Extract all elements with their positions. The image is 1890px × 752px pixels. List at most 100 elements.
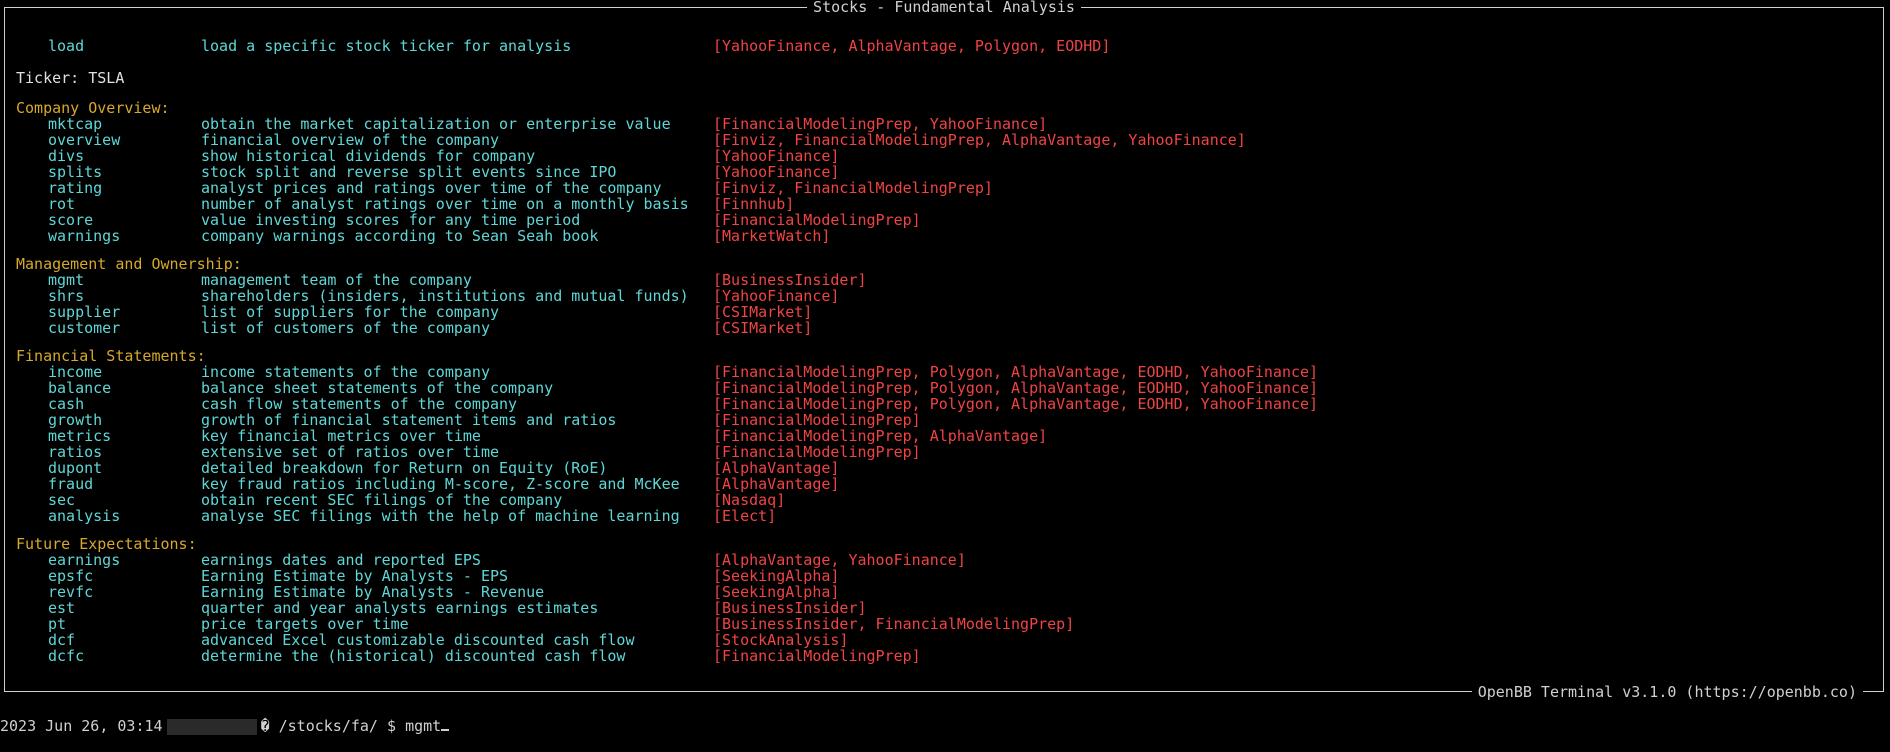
- command-sources: [AlphaVantage, YahooFinance]: [713, 551, 966, 569]
- command-description: analyst prices and ratings over time of …: [201, 179, 662, 197]
- command-description: detailed breakdown for Return on Equity …: [201, 459, 608, 477]
- menu-row-sec[interactable]: sec obtain recent SEC filings of the comp…: [16, 492, 1883, 508]
- command-sources: [FinancialModelingPrep, AlphaVantage]: [713, 427, 1048, 445]
- command-name[interactable]: sec: [48, 492, 75, 508]
- menu-row-mgmt[interactable]: mgmt management team of the company [Busin…: [16, 272, 1883, 288]
- command-name[interactable]: income: [48, 364, 102, 380]
- menu-row-customer[interactable]: customer list of customers of the company…: [16, 320, 1883, 336]
- command-name[interactable]: growth: [48, 412, 102, 428]
- command-name[interactable]: warnings: [48, 228, 120, 244]
- command-name[interactable]: rating: [48, 180, 102, 196]
- menu-row-rating[interactable]: rating analyst prices and ratings over ti…: [16, 180, 1883, 196]
- menu-row-dcfc[interactable]: dcfc determine the (historical) discounte…: [16, 648, 1883, 664]
- command-sources: [FinancialModelingPrep]: [713, 443, 921, 461]
- command-sources: [Finnhub]: [713, 195, 795, 213]
- menu-row-dcf[interactable]: dcf advanced Excel customizable discounte…: [16, 632, 1883, 648]
- command-sources: [FinancialModelingPrep, YahooFinance]: [713, 115, 1048, 133]
- menu-row-shrs[interactable]: shrs shareholders (insiders, institutions…: [16, 288, 1883, 304]
- menu-row-pt[interactable]: pt price targets over time [BusinessInside…: [16, 616, 1883, 632]
- command-sources: [FinancialModelingPrep, Polygon, AlphaVa…: [713, 395, 1319, 413]
- command-name[interactable]: cash: [48, 396, 84, 412]
- command-sources: [Nasdaq]: [713, 491, 786, 509]
- prompt-input[interactable]: mgmt: [405, 717, 441, 735]
- command-name[interactable]: dcfc: [48, 648, 84, 664]
- command-name[interactable]: overview: [48, 132, 120, 148]
- window-title: Stocks - Fundamental Analysis: [807, 0, 1081, 16]
- menu-row-ratios[interactable]: ratios extensive set of ratios over time […: [16, 444, 1883, 460]
- menu-row-dupont[interactable]: dupont detailed breakdown for Return on E…: [16, 460, 1883, 476]
- menu-row-est[interactable]: est quarter and year analysts earnings es…: [16, 600, 1883, 616]
- command-name[interactable]: epsfc: [48, 568, 93, 584]
- command-name[interactable]: ratios: [48, 444, 102, 460]
- command-name[interactable]: shrs: [48, 288, 84, 304]
- command-description: earnings dates and reported EPS: [201, 551, 481, 569]
- menu-row-metrics[interactable]: metrics key financial metrics over time [F…: [16, 428, 1883, 444]
- menu-row-warnings[interactable]: warnings company warnings according to Se…: [16, 228, 1883, 244]
- command-sources: [FinancialModelingPrep]: [713, 211, 921, 229]
- menu-row-income[interactable]: income income statements of the company [F…: [16, 364, 1883, 380]
- menu-row-overview[interactable]: overview financial overview of the compan…: [16, 132, 1883, 148]
- menu-row-balance[interactable]: balance balance sheet statements of the c…: [16, 380, 1883, 396]
- command-description: Earning Estimate by Analysts - EPS: [201, 567, 509, 585]
- section-title: Company Overview:: [16, 99, 170, 117]
- command-name[interactable]: mgmt: [48, 272, 84, 288]
- command-name[interactable]: earnings: [48, 552, 120, 568]
- command-description: list of suppliers for the company: [201, 303, 500, 321]
- command-name[interactable]: supplier: [48, 304, 120, 320]
- command-description: growth of financial statement items and …: [201, 411, 617, 429]
- redacted-block: [166, 718, 257, 735]
- command-name[interactable]: rot: [48, 196, 75, 212]
- command-sources: [Finviz, FinancialModelingPrep]: [713, 179, 993, 197]
- command-sources: [CSIMarket]: [713, 303, 813, 321]
- command-name[interactable]: dupont: [48, 460, 102, 476]
- prompt-timestamp: 2023 Jun 26, 03:14: [0, 717, 163, 735]
- command-name[interactable]: metrics: [48, 428, 111, 444]
- version-footer: OpenBB Terminal v3.1.0 (https://openbb.c…: [1471, 683, 1863, 701]
- menu-row-cash[interactable]: cash cash flow statements of the company […: [16, 396, 1883, 412]
- cursor: [441, 729, 450, 731]
- menu-row-fraud[interactable]: fraud key fraud ratios including M-score,…: [16, 476, 1883, 492]
- command-name[interactable]: pt: [48, 616, 66, 632]
- command-description: show historical dividends for company: [201, 147, 536, 165]
- command-sources: [MarketWatch]: [713, 227, 831, 245]
- command-sources: [BusinessInsider]: [713, 271, 867, 289]
- command-name[interactable]: splits: [48, 164, 102, 180]
- command-sources: [SeekingAlpha]: [713, 583, 840, 601]
- command-description: company warnings according to Sean Seah …: [201, 227, 599, 245]
- menu-row-supplier[interactable]: supplier list of suppliers for the compan…: [16, 304, 1883, 320]
- command-description: income statements of the company: [201, 363, 490, 381]
- command-name[interactable]: revfc: [48, 584, 93, 600]
- menu-row-splits[interactable]: splits stock split and reverse split even…: [16, 164, 1883, 180]
- command-name[interactable]: analysis: [48, 508, 120, 524]
- menu-row-divs[interactable]: divs show historical dividends for compan…: [16, 148, 1883, 164]
- menu-row-growth[interactable]: growth growth of financial statement item…: [16, 412, 1883, 428]
- command-sources: [FinancialModelingPrep, Polygon, AlphaVa…: [713, 363, 1319, 381]
- terminal-frame: Stocks - Fundamental Analysis load load …: [4, 0, 1884, 701]
- menu-row-earnings[interactable]: earnings earnings dates and reported EPS […: [16, 552, 1883, 568]
- menu-row-epsfc[interactable]: epsfc Earning Estimate by Analysts - EPS […: [16, 568, 1883, 584]
- command-description: analyse SEC filings with the help of mac…: [201, 507, 680, 525]
- command-sources: [YahooFinance]: [713, 147, 840, 165]
- command-description: key fraud ratios including M-score, Z-sc…: [201, 475, 680, 493]
- menu-row-load[interactable]: load load a specific stock ticker for an…: [16, 36, 1883, 56]
- command-name[interactable]: balance: [48, 380, 111, 396]
- command-name[interactable]: customer: [48, 320, 120, 336]
- menu-row-rot[interactable]: rot number of analyst ratings over time o…: [16, 196, 1883, 212]
- command-description: balance sheet statements of the company: [201, 379, 554, 397]
- command-name[interactable]: divs: [48, 148, 84, 164]
- command-sources: [YahooFinance]: [713, 163, 840, 181]
- menu-row-analysis[interactable]: analysis analyse SEC filings with the hel…: [16, 508, 1883, 524]
- command-name[interactable]: score: [48, 212, 93, 228]
- command-name[interactable]: fraud: [48, 476, 93, 492]
- menu-row-revfc[interactable]: revfc Earning Estimate by Analysts - Reve…: [16, 584, 1883, 600]
- command-sources: [Elect]: [713, 507, 777, 525]
- command-name[interactable]: dcf: [48, 632, 75, 648]
- command-prompt[interactable]: 2023 Jun 26, 03:14 � /stocks/fa/ $ mgmt: [0, 716, 450, 736]
- command-name[interactable]: load: [48, 36, 84, 56]
- menu-row-mktcap[interactable]: mktcap obtain the market capitalization o…: [16, 116, 1883, 132]
- command-name[interactable]: mktcap: [48, 116, 102, 132]
- menu-row-score[interactable]: score value investing scores for any time…: [16, 212, 1883, 228]
- command-name[interactable]: est: [48, 600, 75, 616]
